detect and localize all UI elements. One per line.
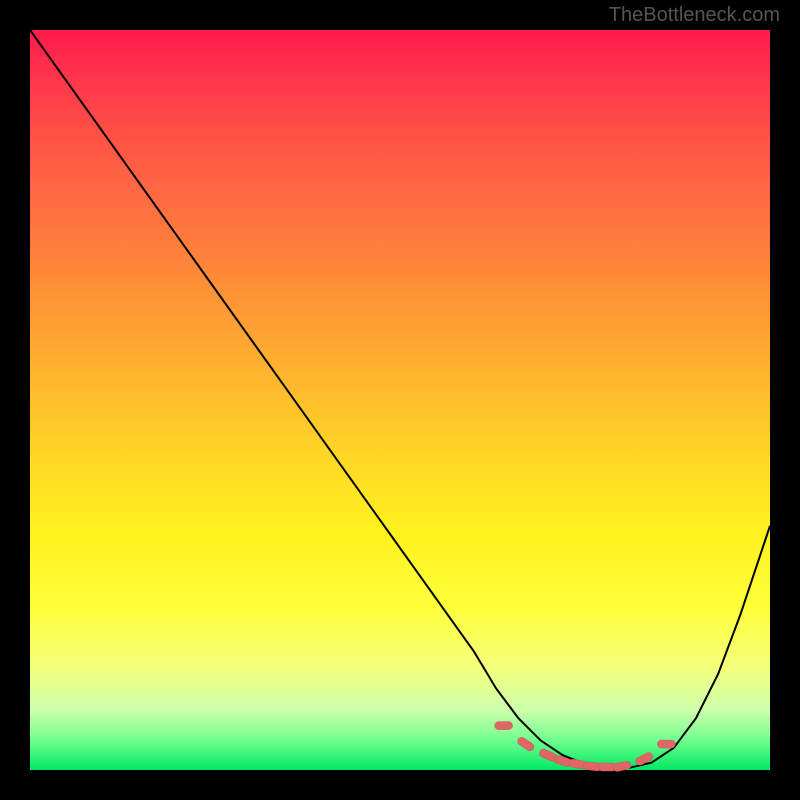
chart-svg xyxy=(30,30,770,770)
marker-dash xyxy=(657,740,675,748)
marker-dash xyxy=(516,736,535,753)
optimal-zone-markers xyxy=(495,722,676,773)
marker-dash xyxy=(495,722,513,730)
watermark-text: TheBottleneck.com xyxy=(609,4,780,27)
marker-dash xyxy=(612,760,631,772)
bottleneck-curve xyxy=(30,30,770,768)
